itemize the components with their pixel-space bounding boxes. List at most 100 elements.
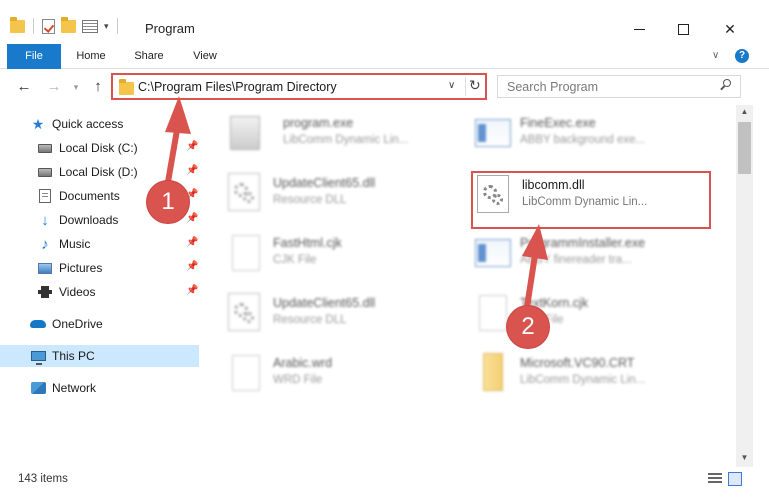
address-path[interactable]: C:\Program Files\Program Directory xyxy=(138,80,337,94)
sidebar-item-label: Downloads xyxy=(59,213,119,227)
tab-share[interactable]: Share xyxy=(126,44,172,69)
expand-ribbon-icon[interactable]: ∨ xyxy=(712,50,719,61)
file-name: ProgrammInstaller.exe xyxy=(520,236,646,250)
application-icon xyxy=(475,239,511,267)
back-button[interactable]: ← xyxy=(14,77,34,97)
folder-icon xyxy=(483,353,503,391)
file-item[interactable]: UpdateClient65.dll Resource DLL xyxy=(200,167,440,219)
file-name: Arabic.wrd xyxy=(273,356,333,370)
arrow-up-icon: ↑ xyxy=(94,78,102,95)
document-icon xyxy=(232,235,260,271)
highlight-box xyxy=(471,171,711,229)
sidebar-item-label: Local Disk (D:) xyxy=(59,165,138,179)
sidebar-item-onedrive[interactable]: OneDrive xyxy=(30,313,103,335)
drive-icon xyxy=(38,167,52,177)
sidebar-item-this-pc[interactable]: This PC xyxy=(0,345,199,367)
sidebar-item-music[interactable]: ♪ Music 📌 xyxy=(37,233,200,255)
maximize-button[interactable] xyxy=(661,14,705,44)
navigation-bar: ← → ▾ ↑ C:\Program Files\Program Directo… xyxy=(0,69,769,105)
item-count: 143 items xyxy=(18,473,68,485)
file-name: UpdateClient65.dll xyxy=(273,176,376,190)
sidebar-item-pictures[interactable]: Pictures 📌 xyxy=(37,257,200,279)
search-input[interactable]: Search Program xyxy=(497,75,741,98)
dll-gear-icon xyxy=(228,293,260,331)
recent-locations-button[interactable]: ▾ xyxy=(66,77,86,97)
pin-icon[interactable]: 📌 xyxy=(186,285,198,296)
close-icon: ✕ xyxy=(724,20,736,37)
address-divider xyxy=(465,77,466,96)
file-type: Resource DLL xyxy=(273,314,347,326)
large-icons-view-icon[interactable] xyxy=(728,472,742,486)
network-icon xyxy=(30,382,46,394)
file-item[interactable]: UpdateClient65.dll Resource DLL xyxy=(200,287,440,339)
dll-gear-icon xyxy=(228,173,260,211)
onedrive-icon xyxy=(30,320,46,328)
file-type: ABBY background exe... xyxy=(520,134,646,146)
scroll-thumb[interactable] xyxy=(738,122,751,174)
chevron-down-icon: ▾ xyxy=(73,82,79,92)
file-item[interactable]: program.exe LibComm Dynamic Lin... xyxy=(200,107,440,159)
file-name: FastHtml.cjk xyxy=(273,236,342,250)
sidebar-item-network[interactable]: Network xyxy=(30,377,96,399)
address-dropdown-icon[interactable]: ∨ xyxy=(448,80,455,91)
sidebar-item-label: Network xyxy=(52,381,97,395)
sidebar-item-quick-access[interactable]: ★ Quick access xyxy=(30,113,124,135)
tab-view[interactable]: View xyxy=(183,44,227,69)
file-name: UpdateClient65.dll xyxy=(273,296,376,310)
file-name: Microsoft.VC90.CRT xyxy=(520,356,635,370)
help-icon[interactable]: ? xyxy=(735,49,749,63)
pin-icon[interactable]: 📌 xyxy=(186,141,198,152)
sidebar-item-label: Local Disk (C:) xyxy=(59,141,138,155)
music-icon: ♪ xyxy=(41,235,49,253)
minimize-button[interactable] xyxy=(617,14,661,44)
file-type: CJK File xyxy=(273,254,317,266)
pin-icon[interactable]: 📌 xyxy=(186,261,198,272)
close-button[interactable]: ✕ xyxy=(708,14,752,44)
sidebar-item-local-disk-d[interactable]: Local Disk (D:) 📌 xyxy=(37,161,200,183)
file-item[interactable]: Arabic.wrd WRD File xyxy=(200,347,440,399)
file-type: ABBY finereader tra... xyxy=(520,254,632,266)
tab-home[interactable]: Home xyxy=(68,44,114,69)
file-name: program.exe xyxy=(283,116,354,130)
customize-toolbar-icon[interactable] xyxy=(82,19,98,33)
up-button[interactable]: ↑ xyxy=(88,77,108,97)
toolbar-separator xyxy=(33,18,34,34)
file-item[interactable]: Microsoft.VC90.CRT LibComm Dynamic Lin..… xyxy=(447,347,687,399)
file-name: FineExec.exe xyxy=(520,116,596,130)
properties-check-icon[interactable] xyxy=(42,18,55,34)
pin-icon[interactable]: 📌 xyxy=(186,237,198,248)
title-bar: ▾ Program ✕ xyxy=(0,0,769,44)
drive-icon xyxy=(38,143,52,153)
folder-icon[interactable] xyxy=(10,16,25,33)
quick-access-toolbar: ▾ xyxy=(10,16,120,34)
address-bar[interactable]: C:\Program Files\Program Directory ∨ ↻ xyxy=(111,73,487,100)
forward-button[interactable]: → xyxy=(44,77,64,97)
document-icon xyxy=(479,295,507,331)
file-type: Resource DLL xyxy=(273,194,347,206)
file-item[interactable]: FastHtml.cjk CJK File xyxy=(200,227,440,279)
file-item[interactable]: FineExec.exe ABBY background exe... xyxy=(447,107,687,159)
pin-icon[interactable]: 📌 xyxy=(186,165,198,176)
document-icon xyxy=(232,355,260,391)
details-view-icon[interactable] xyxy=(708,473,722,485)
file-item[interactable]: ProgrammInstaller.exe ABBY finereader tr… xyxy=(447,227,687,279)
vertical-scrollbar[interactable]: ▲ ▼ xyxy=(736,105,753,467)
sidebar-item-videos[interactable]: Videos 📌 xyxy=(37,281,200,303)
sidebar-item-local-disk-c[interactable]: Local Disk (C:) 📌 xyxy=(37,137,200,159)
sidebar-item-label: Music xyxy=(59,237,91,251)
scroll-down-icon[interactable]: ▼ xyxy=(736,453,753,467)
scroll-up-icon[interactable]: ▲ xyxy=(736,107,753,121)
pin-icon[interactable]: 📌 xyxy=(186,213,198,224)
refresh-icon[interactable]: ↻ xyxy=(469,77,481,94)
step-2-badge: 2 xyxy=(507,306,549,348)
file-list: program.exe LibComm Dynamic Lin... FineE… xyxy=(200,105,736,467)
step-1-badge: 1 xyxy=(147,181,189,223)
file-type: LibComm Dynamic Lin... xyxy=(283,134,409,146)
new-folder-icon[interactable] xyxy=(61,16,76,33)
star-icon: ★ xyxy=(31,115,45,132)
chevron-down-icon[interactable]: ▾ xyxy=(104,21,109,32)
tab-file[interactable]: File xyxy=(7,44,61,69)
pictures-icon xyxy=(38,262,52,274)
sidebar-item-label: Pictures xyxy=(59,261,103,275)
file-item[interactable]: TextKorn.cjk CJK File xyxy=(447,287,687,339)
